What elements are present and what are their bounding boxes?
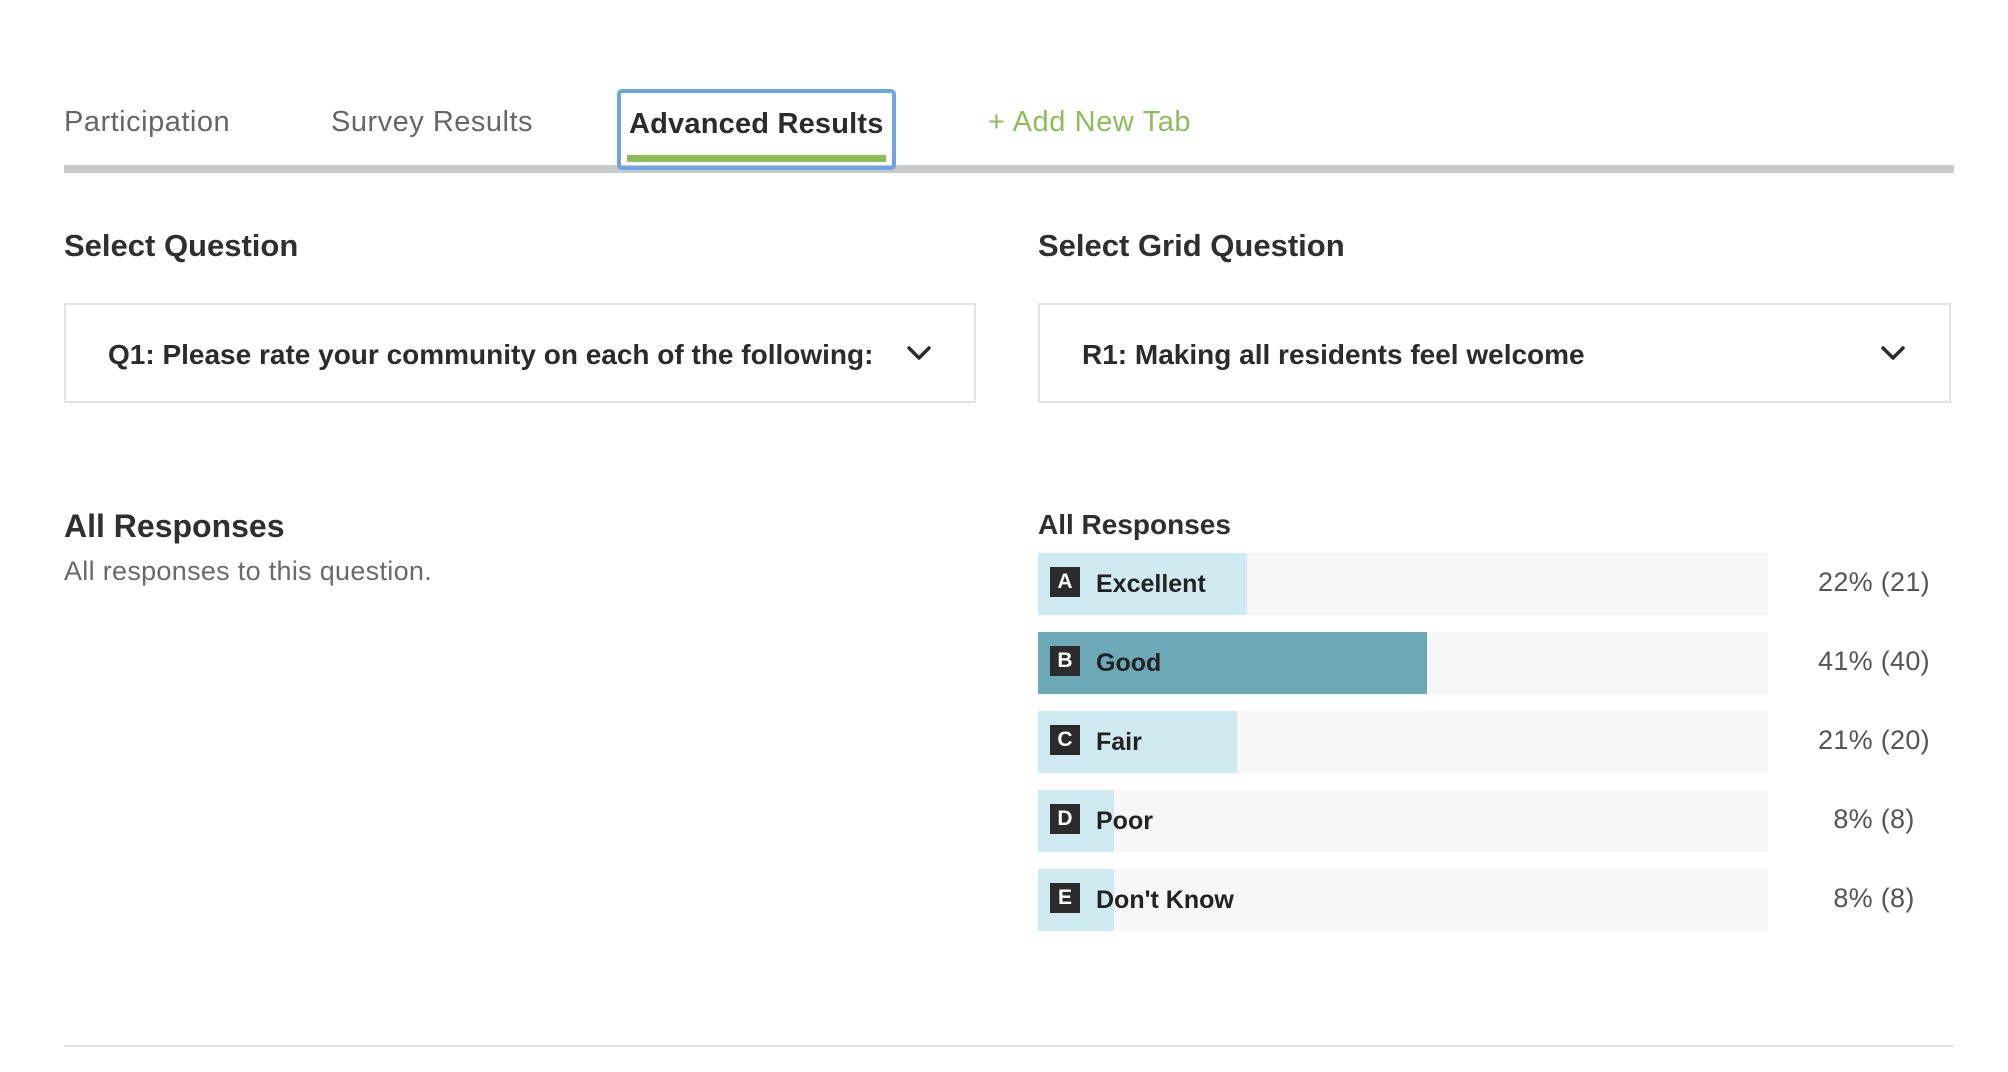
- tab-participation[interactable]: Participation: [64, 88, 230, 173]
- tab-advanced-results-label: Advanced Results: [629, 108, 884, 140]
- grid-question-select-value: R1: Making all residents feel welcome: [1082, 339, 1585, 370]
- bar-label: Good: [1096, 649, 1162, 677]
- tab-bar: Participation Survey Results Advanced Re…: [64, 88, 1954, 173]
- chart-title: All Responses: [1038, 509, 1231, 540]
- page: Participation Survey Results Advanced Re…: [0, 0, 2008, 1072]
- question-select[interactable]: Q1: Please rate your community on each o…: [64, 303, 976, 403]
- all-responses-subtitle: All responses to this question.: [64, 556, 432, 586]
- bar-row: E Don't Know: [1038, 869, 1768, 931]
- option-letter-badge: D: [1050, 804, 1080, 834]
- bar-value-label: 41% (40): [1818, 646, 1930, 676]
- bar-row: A Excellent: [1038, 553, 1768, 615]
- bar-value-label: 21% (20): [1818, 725, 1930, 755]
- all-responses-title: All Responses: [64, 508, 285, 544]
- option-letter-badge: B: [1050, 646, 1080, 676]
- bar-value-label: 22% (21): [1818, 567, 1930, 597]
- bar-row: C Fair: [1038, 711, 1768, 773]
- chevron-down-icon: [907, 346, 931, 360]
- bar-row: D Poor: [1038, 790, 1768, 852]
- option-letter-badge: C: [1050, 725, 1080, 755]
- active-tab-indicator: [627, 155, 886, 162]
- tab-survey-results[interactable]: Survey Results: [331, 88, 533, 173]
- bar-label: Excellent: [1096, 570, 1206, 598]
- bar-label: Poor: [1096, 807, 1153, 835]
- bar-value-label: 8% (8): [1833, 804, 1915, 834]
- tab-advanced-results[interactable]: Advanced Results: [617, 89, 896, 170]
- chevron-down-icon: [1881, 346, 1905, 360]
- question-select-value: Q1: Please rate your community on each o…: [108, 339, 874, 370]
- bottom-divider: [64, 1045, 1954, 1047]
- bar-label: Don't Know: [1096, 886, 1234, 914]
- select-question-heading: Select Question: [64, 228, 299, 263]
- option-letter-badge: E: [1050, 883, 1080, 913]
- bar-label: Fair: [1096, 728, 1142, 756]
- bar-row: B Good: [1038, 632, 1768, 694]
- grid-question-select[interactable]: R1: Making all residents feel welcome: [1038, 303, 1951, 403]
- option-letter-badge: A: [1050, 567, 1080, 597]
- bar-value-label: 8% (8): [1833, 883, 1915, 913]
- add-new-tab-link[interactable]: + Add New Tab: [988, 88, 1191, 173]
- select-grid-question-heading: Select Grid Question: [1038, 228, 1345, 263]
